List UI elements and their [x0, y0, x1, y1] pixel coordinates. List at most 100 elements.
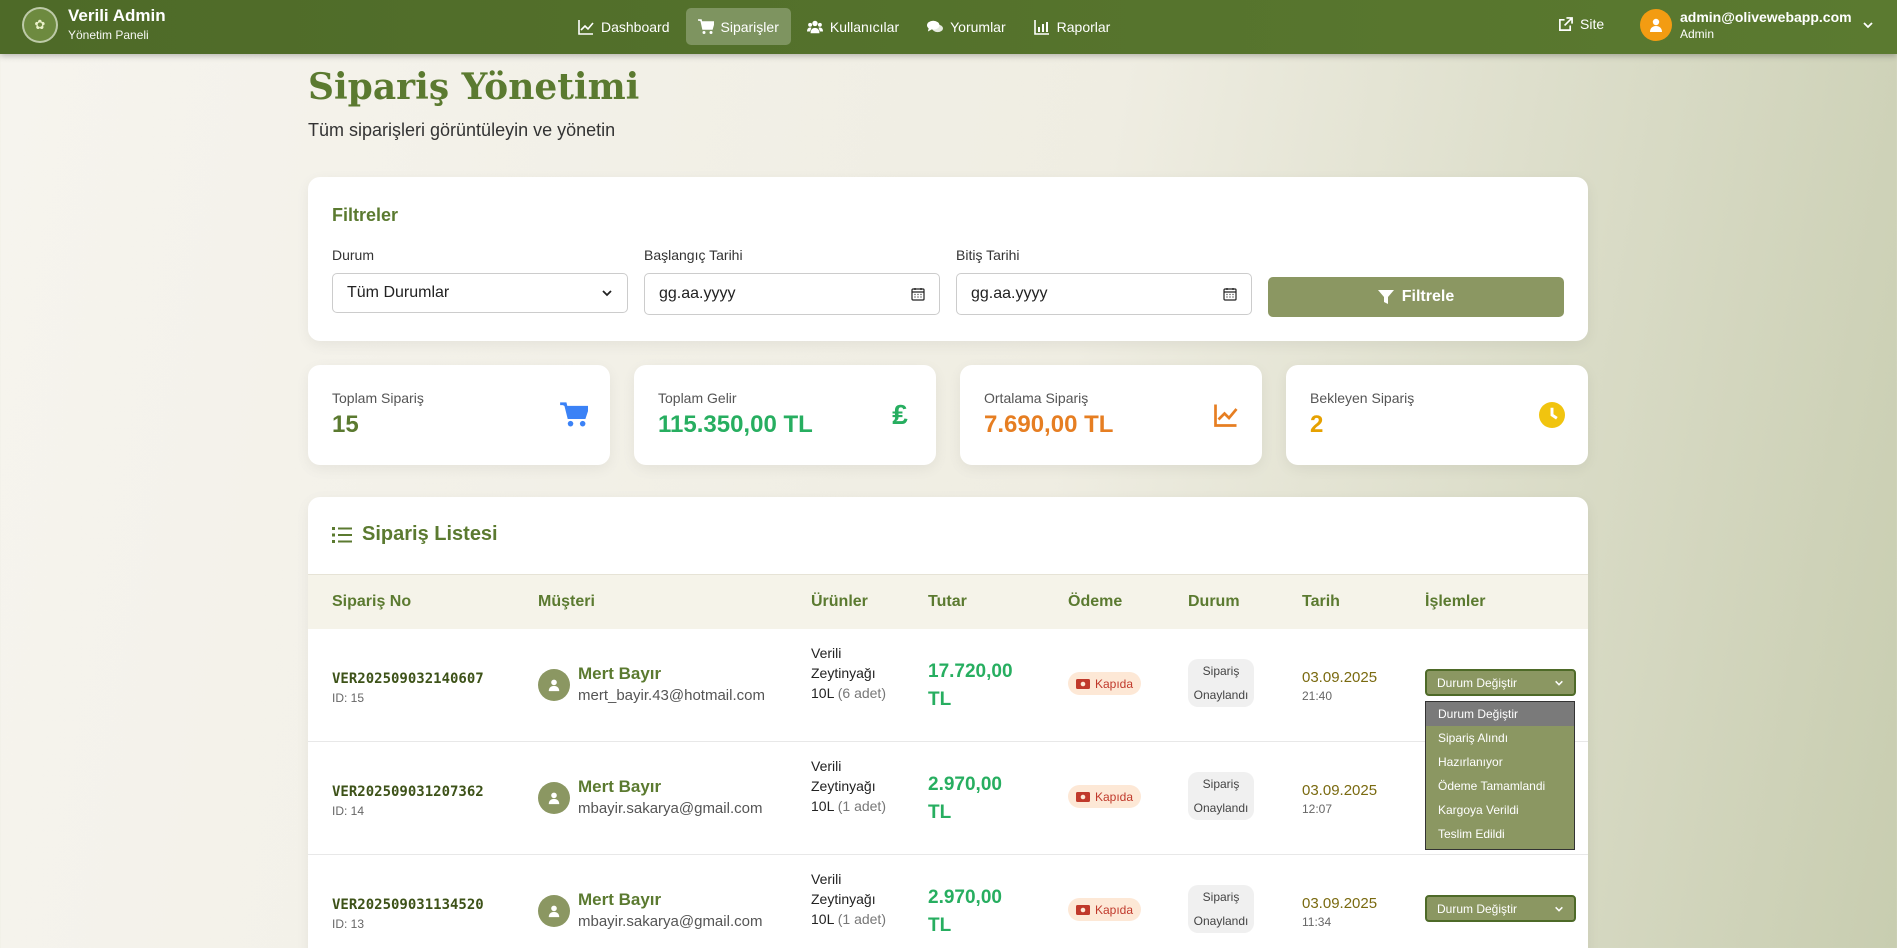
order-number[interactable]: VER202509032140607	[332, 671, 484, 687]
money-icon	[1076, 904, 1090, 915]
product-quantity: (6 adet)	[837, 685, 886, 701]
start-date-label: Başlangıç Tarihi	[644, 247, 743, 263]
chevron-down-icon	[1555, 906, 1563, 912]
column-header[interactable]: Sipariş No	[332, 593, 411, 611]
status-filter-label: Durum	[332, 247, 375, 263]
product-quantity: (1 adet)	[837, 798, 886, 814]
column-header[interactable]: İşlemler	[1425, 593, 1485, 611]
table-row[interactable]: VER202509032140607 ID: 15 Mert Bayır mer…	[308, 629, 1588, 742]
brand-subtitle: Yönetim Paneli	[68, 28, 149, 42]
order-id: ID: 14	[332, 804, 365, 818]
column-header[interactable]: Durum	[1188, 593, 1240, 611]
brand[interactable]: ✿ Verili Admin Yönetim Paneli	[22, 6, 166, 44]
column-header[interactable]: Tutar	[928, 593, 967, 611]
product-quantity: (1 adet)	[837, 911, 886, 927]
lira-icon: ₤	[892, 399, 908, 430]
column-header[interactable]: Ödeme	[1068, 593, 1122, 611]
nav-item-orders[interactable]: Siparişler	[685, 8, 791, 45]
nav-item-dashboard[interactable]: Dashboard	[566, 8, 682, 45]
nav-item-comments[interactable]: Yorumlar	[915, 8, 1018, 45]
dropdown-option[interactable]: Teslim Edildi	[1426, 822, 1574, 846]
status-badge: Sipariş Onaylandı	[1188, 885, 1254, 933]
dropdown-option[interactable]: Ödeme Tamamlandi	[1426, 774, 1574, 798]
table-row[interactable]: VER202509031134520 ID: 13 Mert Bayır mba…	[308, 855, 1588, 948]
brand-title: Verili Admin	[68, 6, 166, 25]
nav-item-reports[interactable]: Raporlar	[1022, 8, 1123, 45]
order-time: 11:34	[1302, 915, 1332, 929]
dropdown-option[interactable]: Durum Değiştir	[1426, 702, 1574, 726]
users-icon	[806, 20, 823, 33]
status-filter-select[interactable]: Tüm Durumlar	[332, 273, 628, 313]
chevron-down-icon	[1555, 680, 1563, 686]
nav-item-label: Siparişler	[720, 18, 779, 35]
start-date-input[interactable]: gg.aa.yyyy	[644, 273, 940, 315]
filter-button[interactable]: Filtrele	[1268, 277, 1564, 317]
dropdown-option[interactable]: Sipariş Alındı	[1426, 726, 1574, 750]
avatar	[538, 669, 570, 701]
payment-badge: Kapıda	[1068, 898, 1142, 921]
customer-email: mbayir.sakarya@gmail.com	[578, 800, 763, 817]
table-row[interactable]: VER202509031207362 ID: 14 Mert Bayır mba…	[308, 742, 1588, 855]
top-navbar: ✿ Verili Admin Yönetim Paneli Dashboard …	[0, 0, 1897, 54]
calendar-icon[interactable]	[911, 287, 925, 301]
page-subtitle: Tüm siparişleri görüntüleyin ve yönetin	[308, 120, 616, 140]
avatar	[538, 895, 570, 927]
status-badge: Sipariş Onaylandı	[1188, 659, 1254, 707]
filters-card: Filtreler Durum Tüm Durumlar Başlangıç T…	[308, 177, 1588, 341]
avatar	[1640, 9, 1672, 41]
payment-label: Kapıda	[1095, 789, 1134, 804]
calendar-icon[interactable]	[1223, 287, 1237, 301]
end-date-placeholder: gg.aa.yyyy	[971, 285, 1048, 302]
order-list-title-text: Sipariş Listesi	[362, 523, 498, 545]
table-header: Sipariş No Müşteri Ürünler Tutar Ödeme D…	[308, 574, 1588, 629]
dropdown-option[interactable]: Hazırlanıyor	[1426, 750, 1574, 774]
status-change-select[interactable]: Durum Değiştir	[1425, 895, 1576, 922]
order-list-card: Sipariş Listesi Sipariş No Müşteri Ürünl…	[308, 497, 1588, 948]
order-date: 03.09.2025	[1302, 782, 1378, 799]
payment-label: Kapıda	[1095, 676, 1134, 691]
order-time: 12:07	[1302, 802, 1333, 816]
stat-value: 7.690,00 TL	[984, 411, 1114, 438]
order-date: 03.09.2025	[1302, 669, 1378, 686]
stat-value: 2	[1310, 411, 1324, 438]
order-amount: 2.970,00 TL	[928, 887, 1002, 936]
customer-name: Mert Bayır	[578, 890, 662, 909]
user-menu[interactable]: admin@olivewebapp.com Admin	[1640, 8, 1874, 42]
nav-item-users[interactable]: Kullanıcılar	[795, 8, 911, 45]
order-date: 03.09.2025	[1302, 895, 1378, 912]
status-change-select[interactable]: Durum Değiştir	[1425, 669, 1576, 696]
column-header[interactable]: Müşteri	[538, 593, 595, 611]
user-role: Admin	[1680, 27, 1715, 41]
customer-email: mbayir.sakarya@gmail.com	[578, 913, 763, 930]
end-date-input[interactable]: gg.aa.yyyy	[956, 273, 1252, 315]
external-link-icon	[1559, 16, 1573, 31]
list-icon	[332, 526, 352, 543]
user-icon	[1650, 18, 1662, 32]
payment-badge: Kapıda	[1068, 785, 1142, 808]
order-number[interactable]: VER202509031207362	[332, 784, 484, 800]
site-link[interactable]: Site	[1558, 16, 1604, 32]
payment-label: Kapıda	[1095, 902, 1134, 917]
nav-item-label: Kullanıcılar	[829, 18, 900, 35]
stat-card-total-orders: Toplam Sipariş 15	[308, 365, 610, 465]
dropdown-option[interactable]: Kargoya Verildi	[1426, 798, 1574, 822]
product-info: Verili Zeytinyağı 10L (1 adet)	[811, 869, 891, 929]
user-icon	[548, 905, 560, 918]
filter-button-label: Filtrele	[1401, 288, 1455, 305]
nav-item-label: Yorumlar	[950, 18, 1006, 35]
nav-item-label: Dashboard	[601, 18, 670, 35]
stat-card-pending-orders: Bekleyen Sipariş 2	[1286, 365, 1588, 465]
status-change-label: Durum Değiştir	[1437, 675, 1518, 690]
user-icon	[548, 792, 560, 805]
end-date-label: Bitiş Tarihi	[956, 247, 1020, 263]
column-header[interactable]: Ürünler	[811, 593, 868, 611]
order-number[interactable]: VER202509031134520	[332, 897, 484, 913]
user-email: admin@olivewebapp.com	[1680, 9, 1852, 25]
nav-item-label: Raporlar	[1056, 18, 1111, 35]
comments-icon	[927, 20, 944, 32]
column-header[interactable]: Tarih	[1302, 593, 1340, 611]
status-badge: Sipariş Onaylandı	[1188, 772, 1254, 820]
order-time: 21:40	[1302, 689, 1333, 703]
status-filter-value: Tüm Durumlar	[347, 284, 450, 301]
stat-label: Ortalama Sipariş	[984, 390, 1089, 406]
